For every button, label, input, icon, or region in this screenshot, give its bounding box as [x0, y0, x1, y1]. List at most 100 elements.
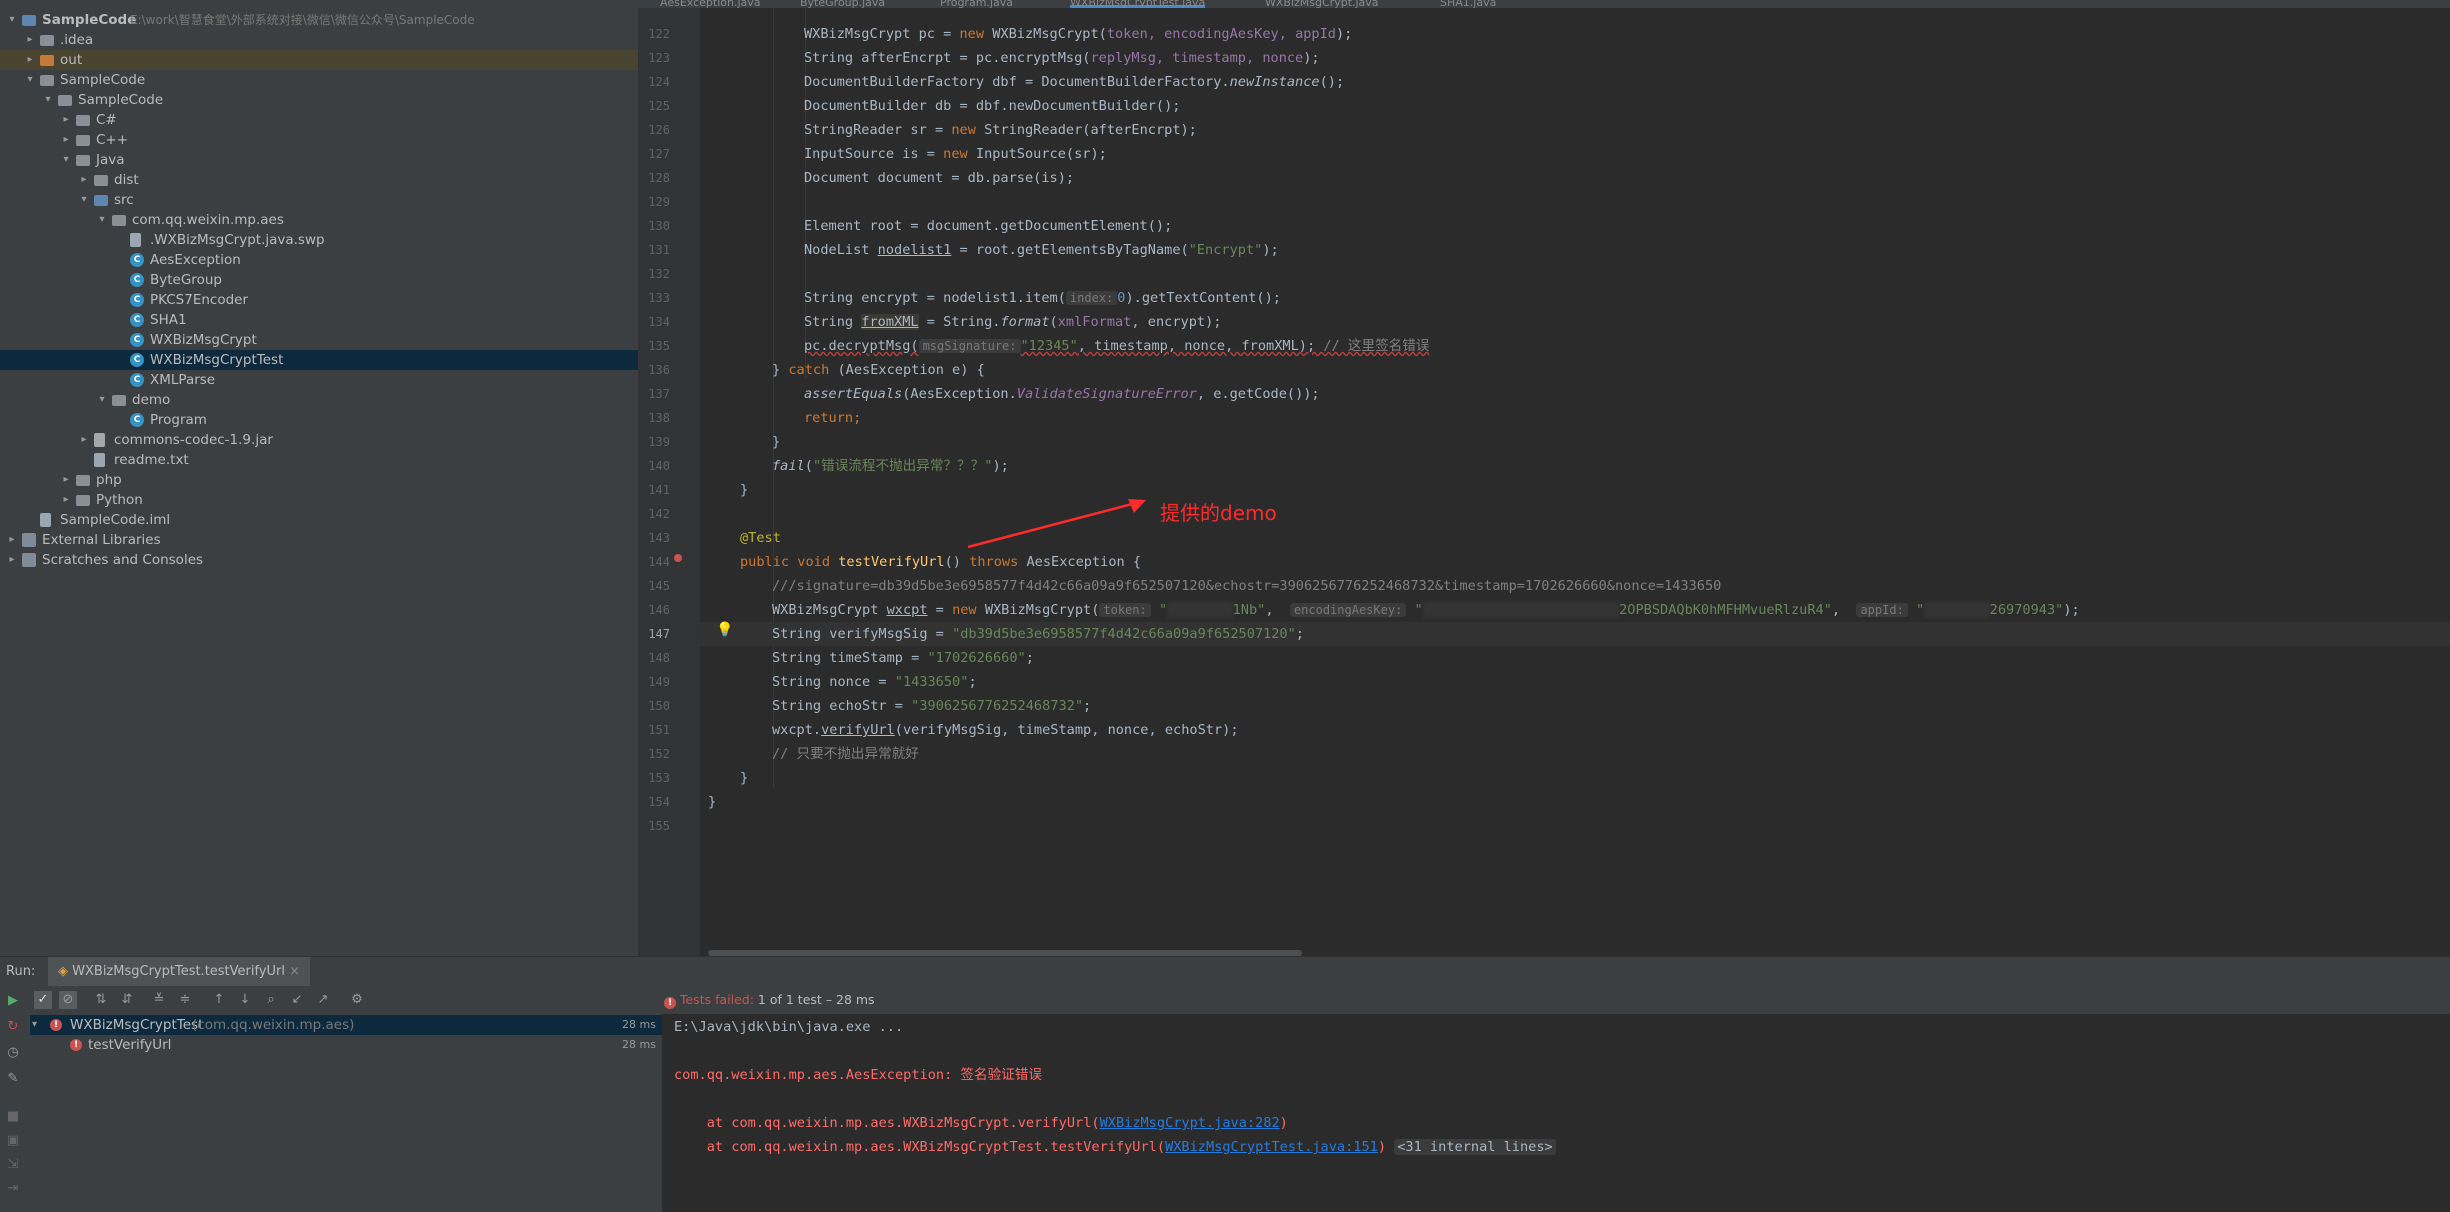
- previous-icon[interactable]: ↑: [210, 991, 228, 1009]
- code-line-136: } catch (AesException e) {: [772, 362, 985, 378]
- tree-item[interactable]: C Program: [0, 410, 638, 430]
- chevron-down-icon[interactable]: ▾: [32, 1015, 37, 1035]
- exit-icon[interactable]: ⇥: [4, 1180, 22, 1198]
- tab-wxbizmsgcrypttest[interactable]: WXBizMsgCryptTest.java: [1070, 0, 1206, 8]
- chevron-right-icon[interactable]: ▸: [78, 170, 90, 190]
- tree-item-label: Program: [150, 412, 207, 428]
- chevron-right-icon[interactable]: ▸: [6, 530, 18, 550]
- tree-item[interactable]: ▸ C++: [0, 130, 638, 150]
- tree-item[interactable]: ▾ com.qq.weixin.mp.aes: [0, 210, 638, 230]
- chevron-right-icon[interactable]: ▸: [60, 110, 72, 130]
- sort-duration-icon[interactable]: ⇵: [118, 991, 136, 1009]
- code-line-148: String timeStamp = "1702626660";: [772, 650, 1034, 666]
- folder-icon: [76, 135, 90, 146]
- tree-item[interactable]: ▾ SampleCode: [0, 90, 638, 110]
- tree-item[interactable]: C PKCS7Encoder: [0, 290, 638, 310]
- line-number: 131: [648, 243, 670, 257]
- tab-sha1[interactable]: SHA1.java: [1440, 0, 1496, 8]
- tree-item[interactable]: ▸ Scratches and Consoles: [0, 550, 638, 570]
- test-class-row[interactable]: ▾ ! WXBizMsgCryptTest (com.qq.weixin.mp.…: [30, 1015, 662, 1035]
- chevron-down-icon[interactable]: ▾: [42, 90, 54, 110]
- tree-item-label: External Libraries: [42, 532, 161, 548]
- tree-item[interactable]: ▸ php: [0, 470, 638, 490]
- tree-item[interactable]: ▸ .idea: [0, 30, 638, 50]
- tree-item[interactable]: C AesException: [0, 250, 638, 270]
- chevron-right-icon[interactable]: ▸: [60, 470, 72, 490]
- tree-item[interactable]: ▾ SampleCode E:\work\智慧食堂\外部系统对接\微信\微信公众号\…: [0, 10, 638, 30]
- wrench-icon[interactable]: ✎: [4, 1070, 22, 1088]
- internal-lines-fold[interactable]: <31 internal lines>: [1394, 1139, 1556, 1155]
- stack-link[interactable]: WXBizMsgCryptTest.java:151: [1165, 1139, 1378, 1155]
- collapse-all-icon[interactable]: ≑: [176, 991, 194, 1009]
- tree-item-label: dist: [114, 172, 139, 188]
- line-number: 145: [648, 579, 670, 593]
- chevron-right-icon[interactable]: ▸: [60, 130, 72, 150]
- tree-item[interactable]: ▸ commons-codec-1.9.jar: [0, 430, 638, 450]
- export-icon[interactable]: ↗: [314, 991, 332, 1009]
- next-icon[interactable]: ↓: [236, 991, 254, 1009]
- chevron-down-icon[interactable]: ▾: [6, 10, 18, 30]
- expand-all-icon[interactable]: ≚: [150, 991, 168, 1009]
- chevron-down-icon[interactable]: ▾: [96, 210, 108, 230]
- tab-aes-exception[interactable]: AesException.java: [660, 0, 761, 8]
- tree-item[interactable]: ▸ C#: [0, 110, 638, 130]
- export-icon[interactable]: ⇲: [4, 1156, 22, 1174]
- toggle-auto-test-icon[interactable]: ◷: [4, 1044, 22, 1062]
- chevron-right-icon[interactable]: ▸: [60, 490, 72, 510]
- tab-byte-group[interactable]: ByteGroup.java: [800, 0, 885, 8]
- code-line-150: String echoStr = "3906256776252468732";: [772, 698, 1092, 714]
- chevron-down-icon[interactable]: ▾: [24, 70, 36, 90]
- line-number: 144: [648, 555, 670, 569]
- chevron-right-icon[interactable]: ▸: [24, 30, 36, 50]
- tree-item[interactable]: ▸ out: [0, 50, 638, 70]
- import-icon[interactable]: ↙: [288, 991, 306, 1009]
- rerun-icon[interactable]: ▶: [4, 992, 22, 1010]
- tab-wxbizmsgcrypt[interactable]: WXBizMsgCrypt.java: [1265, 0, 1379, 8]
- line-number: 133: [648, 291, 670, 305]
- rerun-failed-icon[interactable]: ↻: [4, 1018, 22, 1036]
- tree-item[interactable]: ▸ dist: [0, 170, 638, 190]
- stop-icon[interactable]: ■: [4, 1108, 22, 1126]
- show-ignored-icon[interactable]: ⊘: [59, 991, 77, 1009]
- tree-item[interactable]: ▾ Java: [0, 150, 638, 170]
- tree-item-label: SampleCode.iml: [60, 512, 171, 528]
- sort-alpha-icon[interactable]: ⇅: [92, 991, 110, 1009]
- gear-icon[interactable]: ⚙: [348, 991, 366, 1009]
- search-icon[interactable]: ⌕: [262, 991, 280, 1009]
- tree-item[interactable]: ▸ External Libraries: [0, 530, 638, 550]
- code-editor[interactable]: WXBizMsgCrypt pc = new WXBizMsgCrypt(tok…: [700, 8, 2450, 956]
- lightbulb-icon[interactable]: 💡: [716, 622, 733, 638]
- annotation-arrow: [967, 499, 1146, 549]
- chevron-down-icon[interactable]: ▾: [96, 390, 108, 410]
- tab-program[interactable]: Program.java: [940, 0, 1013, 8]
- show-passed-icon[interactable]: ✓: [34, 991, 52, 1009]
- tree-item[interactable]: readme.txt: [0, 450, 638, 470]
- tree-item[interactable]: ▸ Python: [0, 490, 638, 510]
- tree-item[interactable]: C WXBizMsgCryptTest: [0, 350, 638, 370]
- tree-item[interactable]: SampleCode.iml: [0, 510, 638, 530]
- class-icon: C: [130, 273, 144, 287]
- chevron-right-icon[interactable]: ▸: [24, 50, 36, 70]
- tree-item[interactable]: C WXBizMsgCrypt: [0, 330, 638, 350]
- param-hint: index:: [1065, 291, 1118, 305]
- tree-item[interactable]: C ByteGroup: [0, 270, 638, 290]
- tree-item[interactable]: ▾ demo: [0, 390, 638, 410]
- run-test-icon[interactable]: [674, 554, 682, 562]
- stack-link[interactable]: WXBizMsgCrypt.java:282: [1100, 1115, 1280, 1131]
- close-icon[interactable]: ×: [285, 964, 300, 979]
- chevron-down-icon[interactable]: ▾: [60, 150, 72, 170]
- test-method-row[interactable]: ! testVerifyUrl 28 ms: [30, 1035, 662, 1055]
- camera-icon[interactable]: ▣: [4, 1132, 22, 1150]
- tree-item[interactable]: ▾ src: [0, 190, 638, 210]
- line-number: 142: [648, 507, 670, 521]
- code-line-153: }: [740, 770, 749, 786]
- chevron-right-icon[interactable]: ▸: [6, 550, 18, 570]
- chevron-down-icon[interactable]: ▾: [78, 190, 90, 210]
- console-stack-line-1: at com.qq.weixin.mp.aes.WXBizMsgCrypt.ve…: [674, 1115, 1288, 1131]
- run-tab[interactable]: ◈ WXBizMsgCryptTest.testVerifyUrl ×: [48, 957, 311, 987]
- tree-item[interactable]: .WXBizMsgCrypt.java.swp: [0, 230, 638, 250]
- chevron-right-icon[interactable]: ▸: [78, 430, 90, 450]
- tree-item[interactable]: C XMLParse: [0, 370, 638, 390]
- tree-item[interactable]: C SHA1: [0, 310, 638, 330]
- tree-item[interactable]: ▾ SampleCode: [0, 70, 638, 90]
